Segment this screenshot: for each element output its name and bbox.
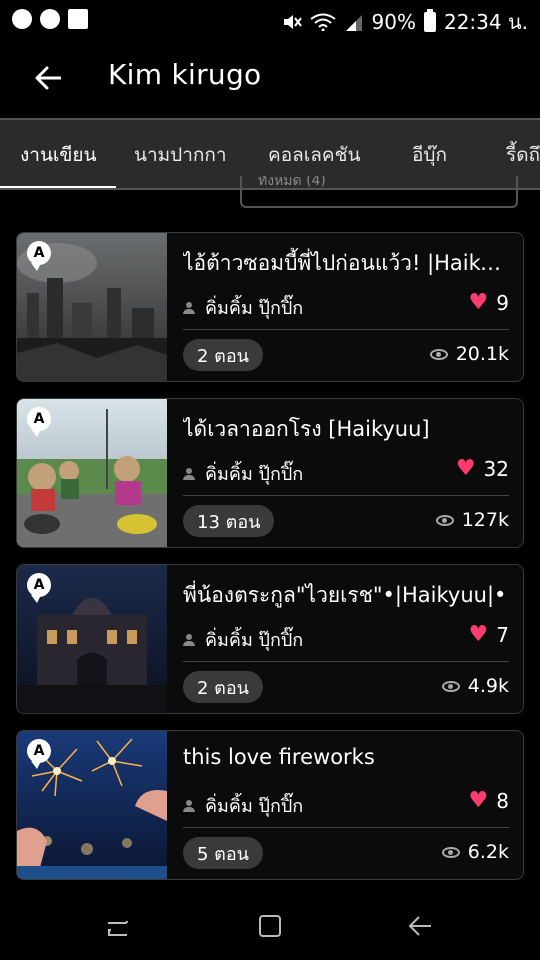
battery-icon [423, 9, 436, 32]
author-name: คิ่มคิ้ม ปุ๊กปิ๊ก [205, 464, 304, 485]
recent-apps-button[interactable] [98, 906, 138, 946]
views: 127k [435, 509, 509, 531]
story-card[interactable]: A ไอ้ต้าวซอมบี้พี่ไปก่อนแว้ว! |Haiky… คิ… [16, 232, 524, 382]
like-count: 9 [496, 291, 509, 315]
story-cover-image: A [17, 565, 167, 713]
badge-a: A [27, 739, 51, 769]
view-count: 4.9k [467, 675, 509, 697]
recent-apps-icon [108, 920, 128, 936]
person-icon [183, 799, 195, 812]
divider [183, 661, 509, 662]
chat-bubble-icon [40, 9, 60, 29]
heart-icon: ♥ [468, 290, 489, 315]
likes: ♥ 32 [456, 457, 509, 481]
heart-icon: ♥ [455, 456, 476, 481]
story-card[interactable]: A this love fireworks คิ่มคิ้ม ปุ๊กปิ๊ก … [16, 730, 524, 880]
like-count: 7 [496, 623, 509, 647]
story-title: this love fireworks [183, 745, 375, 769]
filter-label: ทั้งหมด (4) [258, 176, 326, 189]
back-icon [408, 916, 431, 936]
status-time: 22:34 น. [443, 10, 528, 34]
tab-pen-names[interactable]: นามปากกา [134, 120, 227, 188]
views: 6.2k [441, 841, 509, 863]
eye-icon [441, 846, 460, 858]
like-count: 32 [483, 457, 509, 481]
author-name: คิ่มคิ้ม ปุ๊กปิ๊ก [205, 298, 304, 319]
divider [183, 495, 509, 496]
likes: ♥ 8 [469, 789, 509, 813]
view-count: 20.1k [455, 343, 509, 365]
home-button[interactable] [250, 906, 290, 946]
eye-icon [429, 348, 448, 360]
author-row: คิ่มคิ้ม ปุ๊กปิ๊ก [183, 293, 303, 322]
episode-count-badge: 5 ตอน [183, 837, 263, 869]
back-button[interactable] [30, 60, 66, 96]
author-row: คิ่มคิ้ม ปุ๊กปิ๊ก [183, 791, 303, 820]
tab-works[interactable]: งานเขียน [20, 120, 97, 188]
views: 20.1k [429, 343, 509, 365]
divider [183, 329, 509, 330]
wifi-icon [309, 13, 336, 31]
signal-icon [345, 15, 362, 31]
story-cover-image: A [17, 399, 167, 547]
home-icon [259, 915, 281, 937]
chat-bubble-icon [12, 9, 32, 29]
episode-count-badge: 13 ตอน [183, 505, 275, 537]
battery-percent: 90% [371, 10, 416, 34]
badge-a: A [27, 241, 51, 271]
author-row: คิ่มคิ้ม ปุ๊กปิ๊ก [183, 625, 303, 654]
person-icon [183, 467, 195, 480]
arrow-left-icon [35, 66, 61, 90]
filter-dropdown[interactable]: ทั้งหมด (4) [240, 176, 518, 208]
story-cover-image: A [17, 731, 167, 879]
story-title: ได้เวลาออกโรง [Haikyuu] [183, 417, 430, 441]
system-nav-bar [0, 890, 540, 960]
likes: ♥ 9 [469, 291, 509, 315]
heart-icon: ♥ [468, 622, 489, 647]
mute-icon [283, 15, 302, 29]
nav-back-button[interactable] [400, 906, 440, 946]
app-bar: Kim kirugo [0, 38, 540, 118]
active-tab-indicator [0, 186, 116, 188]
story-cover-image: A [17, 233, 167, 381]
episode-count-badge: 2 ตอน [183, 339, 263, 371]
person-icon [183, 633, 195, 646]
view-count: 6.2k [467, 841, 509, 863]
view-count: 127k [461, 509, 509, 531]
status-bar: 90% 22:34 น. [0, 0, 540, 38]
author-name: คิ่มคิ้ม ปุ๊กปิ๊ก [205, 796, 304, 817]
views: 4.9k [441, 675, 509, 697]
likes: ♥ 7 [469, 623, 509, 647]
badge-a: A [27, 573, 51, 603]
story-title: ไอ้ต้าวซอมบี้พี่ไปก่อนแว้ว! |Haiky… [183, 251, 509, 275]
person-icon [183, 301, 195, 314]
author-name: คิ่มคิ้ม ปุ๊กปิ๊ก [205, 630, 304, 651]
story-card[interactable]: A ได้เวลาออกโรง [Haikyuu] คิ่มคิ้ม ปุ๊กป… [16, 398, 524, 548]
eye-icon [435, 514, 454, 526]
like-count: 8 [496, 789, 509, 813]
story-card[interactable]: A พี่น้องตระกูล"ไวยเรช"•|Haikyuu|• คิ่มค… [16, 564, 524, 714]
divider [183, 827, 509, 828]
story-title: พี่น้องตระกูล"ไวยเรช"•|Haikyuu|• [183, 583, 507, 607]
episode-count-badge: 2 ตอน [183, 671, 263, 703]
eye-icon [441, 680, 460, 692]
badge-a: A [27, 407, 51, 437]
page-title: Kim kirugo [108, 58, 262, 91]
image-icon [68, 9, 88, 29]
author-row: คิ่มคิ้ม ปุ๊กปิ๊ก [183, 459, 303, 488]
heart-icon: ♥ [468, 788, 489, 813]
